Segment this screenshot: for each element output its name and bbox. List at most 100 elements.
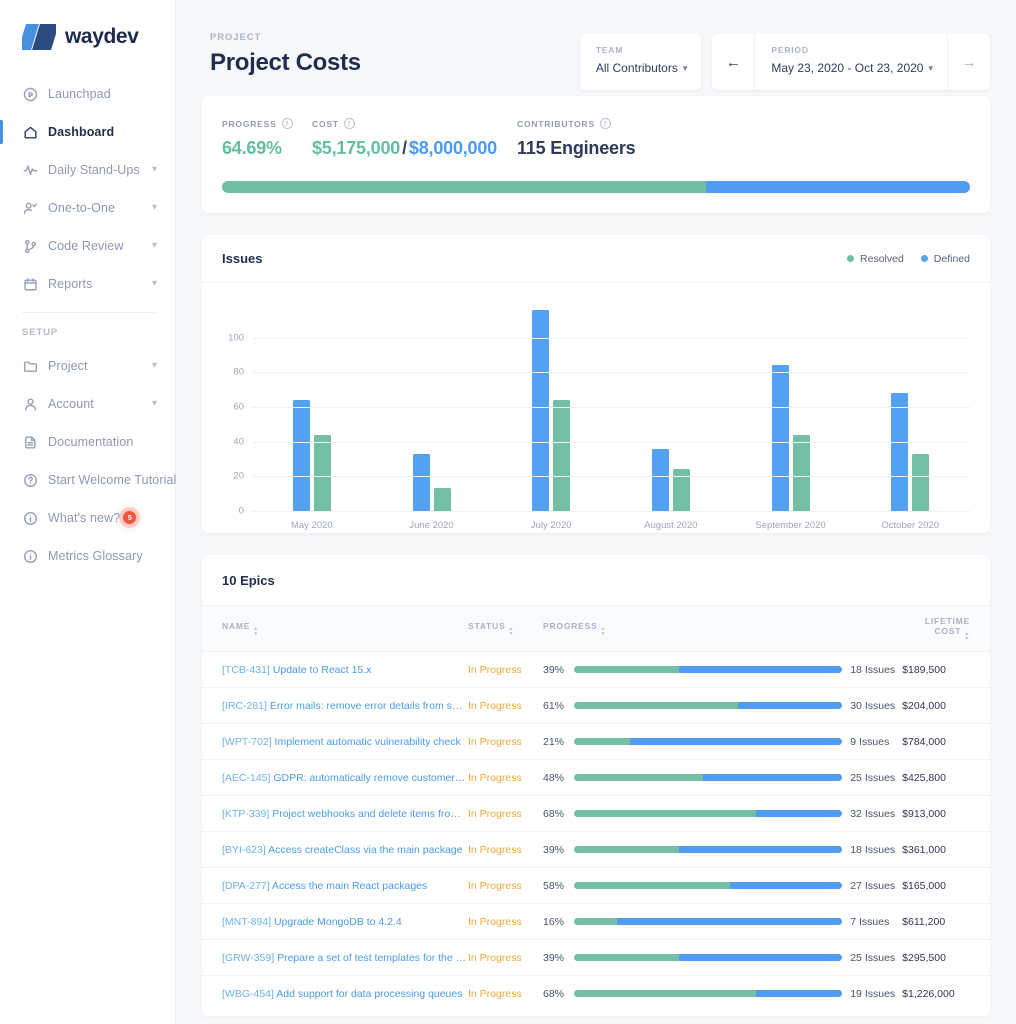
cell-name: [MNT-894] Upgrade MongoDB to 4.2.4 bbox=[202, 904, 468, 940]
cell-status: In Progress bbox=[468, 688, 543, 724]
period-filter[interactable]: PERIOD May 23, 2020 - Oct 23, 2020 ▾ bbox=[755, 34, 947, 90]
sidebar-item-daily-stand-ups[interactable]: Daily Stand-Ups▾ bbox=[0, 156, 175, 184]
bar-defined[interactable] bbox=[891, 393, 908, 511]
sidebar-item-metrics-glossary[interactable]: Metrics Glossary bbox=[0, 542, 175, 570]
table-row[interactable]: [MNT-894] Upgrade MongoDB to 4.2.4In Pro… bbox=[202, 904, 990, 940]
home-icon bbox=[22, 124, 38, 140]
info-icon[interactable]: ? bbox=[282, 118, 293, 129]
cell-progress-bar bbox=[574, 904, 842, 940]
y-axis-tick: 40 bbox=[233, 436, 244, 447]
table-row[interactable]: [GRW-359] Prepare a set of test template… bbox=[202, 940, 990, 976]
bar-resolved[interactable] bbox=[434, 488, 451, 511]
sidebar-item-reports[interactable]: Reports▾ bbox=[0, 270, 175, 298]
previous-period-button[interactable]: ← bbox=[712, 34, 755, 90]
epic-link[interactable]: [MNT-894] Upgrade MongoDB to 4.2.4 bbox=[222, 916, 468, 928]
sidebar-item-start-welcome-tutorial[interactable]: Start Welcome Tutorial bbox=[0, 466, 175, 494]
progress-percent: 21% bbox=[543, 736, 564, 748]
contributors-stat-value: 115 Engineers bbox=[517, 138, 635, 159]
bar-resolved[interactable] bbox=[793, 435, 810, 511]
chart-gridline bbox=[252, 338, 970, 339]
cell-status: In Progress bbox=[468, 724, 543, 760]
epic-link[interactable]: [AEC-145] GDPR: automatically remove cus… bbox=[222, 772, 468, 784]
cell-name: [TCB-431] Update to React 15.x bbox=[202, 652, 468, 688]
epic-link[interactable]: [DPA-277] Access the main React packages bbox=[222, 880, 468, 892]
table-row[interactable]: [WBG-454] Add support for data processin… bbox=[202, 976, 990, 1012]
table-row[interactable]: [AEC-145] GDPR: automatically remove cus… bbox=[202, 760, 990, 796]
bar-defined[interactable] bbox=[532, 310, 549, 511]
breadcrumb: PROJECT bbox=[210, 32, 580, 43]
chart-legend: Resolved Defined bbox=[847, 253, 970, 265]
x-axis-label: June 2020 bbox=[372, 520, 492, 531]
status-badge: In Progress bbox=[468, 736, 522, 748]
chevron-down-icon[interactable]: ▾ bbox=[152, 361, 157, 371]
bar-resolved[interactable] bbox=[553, 400, 570, 511]
table-row[interactable]: [TCB-431] Update to React 15.xIn Progres… bbox=[202, 652, 990, 688]
legend-item-resolved[interactable]: Resolved bbox=[847, 253, 904, 265]
next-period-button[interactable]: → bbox=[947, 34, 990, 90]
sidebar-item-project[interactable]: Project▾ bbox=[0, 352, 175, 380]
info-icon[interactable]: ? bbox=[600, 118, 611, 129]
chart-gridline bbox=[252, 476, 970, 477]
chevron-down-icon[interactable]: ▾ bbox=[152, 241, 157, 251]
chevron-down-icon[interactable]: ▾ bbox=[152, 399, 157, 409]
epic-link[interactable]: [WPT-702] Implement automatic vulnerabil… bbox=[222, 736, 468, 748]
progress-bar-done bbox=[574, 954, 679, 961]
chevron-down-icon[interactable]: ▾ bbox=[152, 203, 157, 213]
cell-issues: 7 Issues bbox=[842, 904, 902, 940]
bar-resolved[interactable] bbox=[314, 435, 331, 511]
epic-link[interactable]: [KTP-339] Project webhooks and delete it… bbox=[222, 808, 468, 820]
table-row[interactable]: [IRC-281] Error mails: remove error deta… bbox=[202, 688, 990, 724]
sidebar-item-one-to-one[interactable]: One-to-One▾ bbox=[0, 194, 175, 222]
table-row[interactable]: [WPT-702] Implement automatic vulnerabil… bbox=[202, 724, 990, 760]
bar-resolved[interactable] bbox=[912, 454, 929, 511]
bar-defined[interactable] bbox=[413, 454, 430, 511]
chevron-down-icon[interactable]: ▾ bbox=[152, 279, 157, 289]
column-header-status-label: STATUS bbox=[468, 621, 506, 631]
issues-chart-card: Issues ResolvedDefined 020406080100 May … bbox=[202, 235, 990, 533]
status-badge: In Progress bbox=[468, 664, 522, 676]
progress-bar-remaining bbox=[738, 702, 843, 709]
cost-spent-value: $5,175,000 bbox=[312, 138, 400, 158]
cell-cost: $611,200 bbox=[902, 904, 990, 940]
status-badge: In Progress bbox=[468, 916, 522, 928]
sidebar-item-label: Metrics Glossary bbox=[48, 549, 143, 563]
cell-name: [WBG-454] Add support for data processin… bbox=[202, 976, 468, 1012]
table-row[interactable]: [BYI-623] Access createClass via the mai… bbox=[202, 832, 990, 868]
legend-swatch-resolved bbox=[847, 255, 854, 262]
column-header-lifetime-cost[interactable]: LIFETIME COST▲▼ bbox=[902, 606, 990, 652]
sidebar-item-dashboard[interactable]: Dashboard bbox=[0, 118, 175, 146]
column-header-status[interactable]: STATUS▲▼ bbox=[468, 606, 543, 652]
chevron-down-icon[interactable]: ▾ bbox=[152, 165, 157, 175]
column-header-name[interactable]: NAME▲▼ bbox=[202, 606, 468, 652]
team-filter-card[interactable]: TEAM All Contributors ▾ bbox=[580, 34, 702, 90]
epic-link[interactable]: [BYI-623] Access createClass via the mai… bbox=[222, 844, 468, 856]
play-circle-icon bbox=[22, 86, 38, 102]
progress-bar-done bbox=[574, 846, 679, 853]
progress-percent: 39% bbox=[543, 664, 564, 676]
sidebar-item-documentation[interactable]: Documentation bbox=[0, 428, 175, 456]
epic-link[interactable]: [TCB-431] Update to React 15.x bbox=[222, 664, 468, 676]
table-row[interactable]: [DPA-277] Access the main React packages… bbox=[202, 868, 990, 904]
epic-link[interactable]: [IRC-281] Error mails: remove error deta… bbox=[222, 700, 468, 712]
team-filter[interactable]: TEAM All Contributors ▾ bbox=[580, 34, 702, 90]
epics-table-header-row: NAME▲▼ STATUS▲▼ PROGRESS▲▼ LIFETIME COST… bbox=[202, 606, 990, 652]
folder-icon bbox=[22, 358, 38, 374]
info-icon[interactable]: ? bbox=[344, 118, 355, 129]
issues-count: 9 Issues bbox=[842, 736, 889, 748]
column-header-progress[interactable]: PROGRESS▲▼ bbox=[543, 606, 902, 652]
brand-logo[interactable]: waydev bbox=[0, 18, 175, 50]
table-row[interactable]: [KTP-339] Project webhooks and delete it… bbox=[202, 796, 990, 832]
epics-table-body: [TCB-431] Update to React 15.xIn Progres… bbox=[202, 652, 990, 1012]
sidebar-item-account[interactable]: Account▾ bbox=[0, 390, 175, 418]
cell-name: [GRW-359] Prepare a set of test template… bbox=[202, 940, 468, 976]
bar-defined[interactable] bbox=[652, 449, 669, 511]
legend-item-defined[interactable]: Defined bbox=[921, 253, 970, 265]
epic-link[interactable]: [WBG-454] Add support for data processin… bbox=[222, 988, 468, 1000]
bar-defined[interactable] bbox=[293, 400, 310, 511]
bar-defined[interactable] bbox=[772, 365, 789, 511]
y-axis-tick: 100 bbox=[228, 332, 244, 343]
sidebar-item-launchpad[interactable]: Launchpad bbox=[0, 80, 175, 108]
sidebar-item-what-s-new[interactable]: What's new?5 bbox=[0, 504, 175, 532]
sidebar-item-code-review[interactable]: Code Review▾ bbox=[0, 232, 175, 260]
epic-link[interactable]: [GRW-359] Prepare a set of test template… bbox=[222, 952, 468, 964]
